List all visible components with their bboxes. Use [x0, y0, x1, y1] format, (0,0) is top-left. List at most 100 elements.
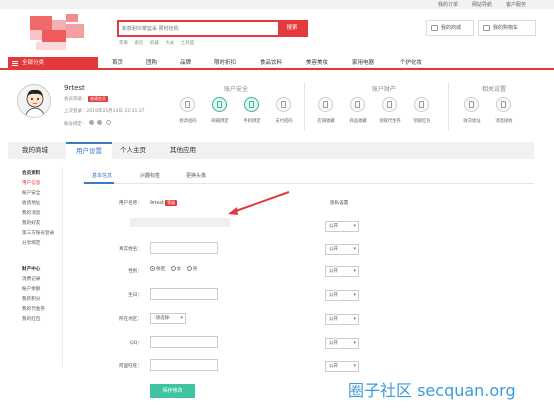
- tab-other-apps[interactable]: 其他应用: [170, 142, 196, 159]
- shipping-address-link[interactable]: 收货地址: [457, 118, 487, 124]
- related-settings-title: 相关设置: [481, 86, 506, 93]
- lock-icon[interactable]: [180, 97, 195, 112]
- site-nav-link[interactable]: 网站导航: [472, 1, 492, 8]
- hot-words: 苹果 索尼 机器 大米 土鸡蛋: [119, 40, 199, 46]
- member-level-label: 会员等级：: [64, 97, 87, 102]
- shield-icon[interactable]: [276, 97, 291, 112]
- tab-user-settings[interactable]: 用户设置: [66, 142, 112, 159]
- sidebar-item-user-info[interactable]: 用户信息: [22, 180, 40, 186]
- avatar[interactable]: [17, 84, 51, 118]
- hot-word[interactable]: 索尼: [134, 41, 143, 46]
- sidebar-item-balance[interactable]: 账户余额: [22, 286, 40, 292]
- change-password-link[interactable]: 修改密码: [173, 118, 203, 124]
- hot-word[interactable]: 土鸡蛋: [181, 41, 195, 46]
- message-receive-link[interactable]: 消息接收: [489, 118, 519, 124]
- cart-button[interactable]: 我的购物车: [478, 20, 536, 36]
- phone-icon[interactable]: [244, 97, 259, 112]
- qq-icon[interactable]: [88, 120, 94, 125]
- nav-item-appliances[interactable]: 家用电器: [352, 57, 374, 70]
- divider: [304, 82, 305, 130]
- message-icon[interactable]: [496, 97, 511, 112]
- subtab-interest-tags[interactable]: 兴趣标签: [140, 172, 160, 179]
- sidebar-item-points[interactable]: 我的积分: [22, 296, 40, 302]
- username: 9rtest: [64, 84, 85, 92]
- tab-personal-homepage[interactable]: 个人主页: [120, 142, 146, 159]
- my-orders-link[interactable]: 我的订单: [438, 1, 458, 8]
- nav-item-personal-care[interactable]: 个护化妆: [400, 57, 422, 70]
- username-label: 用户名称：: [119, 201, 142, 206]
- claim-voucher-link[interactable]: 领取代金券: [375, 118, 405, 124]
- nav-item-food[interactable]: 食品饮料: [260, 57, 282, 70]
- birthday-field[interactable]: [150, 288, 218, 300]
- sidebar-item-third-party-login[interactable]: 第三方账号登录: [22, 230, 54, 236]
- sidebar-item-share-binding[interactable]: 分享绑定: [22, 240, 40, 246]
- subtab-change-avatar[interactable]: 更换头像: [186, 172, 206, 179]
- cart-label: 我的购物车: [493, 25, 519, 31]
- privacy-select[interactable]: 公开: [325, 221, 359, 232]
- main-nav: 全部分类 首页 团购 品牌 限时折扣 食品饮料 美容美妆 家用电器 个护化妆: [0, 57, 554, 70]
- nav-item-brand[interactable]: 品牌: [180, 57, 191, 70]
- divider: [448, 82, 449, 130]
- qq-field[interactable]: [150, 336, 218, 348]
- tab-bar: 我的商城 用户设置 个人主页 其他应用: [8, 142, 534, 159]
- nav-item-beauty[interactable]: 美容美妆: [306, 57, 328, 70]
- site-logo[interactable]: [30, 14, 88, 52]
- privacy-select[interactable]: 公开: [325, 314, 359, 325]
- user-icon: [431, 25, 438, 31]
- sidebar-item-friends[interactable]: 我的好友: [22, 220, 40, 226]
- red-packet-icon[interactable]: [414, 97, 429, 112]
- avatar-image: [24, 89, 46, 117]
- sidebar-item-account-security[interactable]: 账户安全: [22, 190, 40, 196]
- star-icon[interactable]: [350, 97, 365, 112]
- hot-word[interactable]: 机器: [150, 41, 159, 46]
- mail-icon[interactable]: [212, 97, 227, 112]
- gender-radio-secret[interactable]: [150, 266, 155, 271]
- gender-radio-female[interactable]: [170, 266, 176, 271]
- all-categories-button[interactable]: 全部分类: [8, 57, 98, 70]
- nav-item-groupbuy[interactable]: 团购: [146, 57, 157, 70]
- product-favorites-link[interactable]: 商品收藏: [343, 118, 373, 124]
- wangwang-field[interactable]: [150, 359, 218, 371]
- save-button[interactable]: 保存修改: [150, 384, 195, 398]
- username-value: 9rtest: [150, 201, 164, 206]
- gender-radio-male[interactable]: [186, 266, 192, 271]
- privacy-select[interactable]: 公开: [325, 361, 359, 372]
- subtab-basic-info[interactable]: 基本信息: [92, 172, 112, 179]
- region-select[interactable]: -请选择-: [150, 313, 186, 324]
- tab-my-mall[interactable]: 我的商城: [22, 142, 48, 159]
- wechat-icon[interactable]: [97, 120, 103, 125]
- sidebar-item-vouchers[interactable]: 我的代金券: [22, 306, 45, 312]
- sidebar-heading-profile: 会员资料: [22, 171, 41, 176]
- sidebar-item-address[interactable]: 收货地址: [22, 200, 40, 206]
- watermark: 圈子社区 secquan.org: [348, 381, 516, 400]
- realname-label: 真实姓名：: [119, 247, 142, 252]
- privacy-select[interactable]: 公开: [325, 290, 359, 301]
- wangwang-label: 阿里旺旺：: [119, 364, 142, 369]
- search-input[interactable]: [122, 24, 280, 34]
- store-favorites-link[interactable]: 店铺收藏: [311, 118, 341, 124]
- store-icon[interactable]: [318, 97, 333, 112]
- privacy-select[interactable]: 公开: [325, 338, 359, 349]
- search-button[interactable]: 搜索: [278, 22, 306, 35]
- weibo-icon[interactable]: [105, 120, 111, 125]
- phone-binding-link[interactable]: 手机绑定: [237, 118, 267, 124]
- coupon-icon[interactable]: [382, 97, 397, 112]
- sidebar-item-red-packets[interactable]: 我的红包: [22, 316, 40, 322]
- address-icon[interactable]: [464, 97, 479, 112]
- sidebar-item-consumption[interactable]: 消费记录: [22, 276, 40, 282]
- realname-field[interactable]: [150, 242, 218, 254]
- my-mall-button[interactable]: 我的商城: [426, 20, 474, 36]
- hot-word[interactable]: 大米: [165, 41, 174, 46]
- top-bar: 我的订单 网站导航 客户服务: [0, 0, 554, 9]
- privacy-select[interactable]: 公开: [325, 244, 359, 255]
- email-binding-link[interactable]: 邮箱绑定: [205, 118, 235, 124]
- customer-service-link[interactable]: 客户服务: [506, 1, 526, 8]
- hot-word[interactable]: 苹果: [119, 41, 128, 46]
- payment-password-link[interactable]: 支付密码: [269, 118, 299, 124]
- nav-item-home[interactable]: 首页: [112, 57, 123, 70]
- region-label: 所在地区：: [119, 317, 142, 322]
- claim-red-packet-link[interactable]: 领取红包: [407, 118, 437, 124]
- nav-item-flash-sale[interactable]: 限时折扣: [214, 57, 236, 70]
- sidebar-item-messages[interactable]: 我的消息: [22, 210, 40, 216]
- privacy-select[interactable]: 公开: [325, 266, 359, 277]
